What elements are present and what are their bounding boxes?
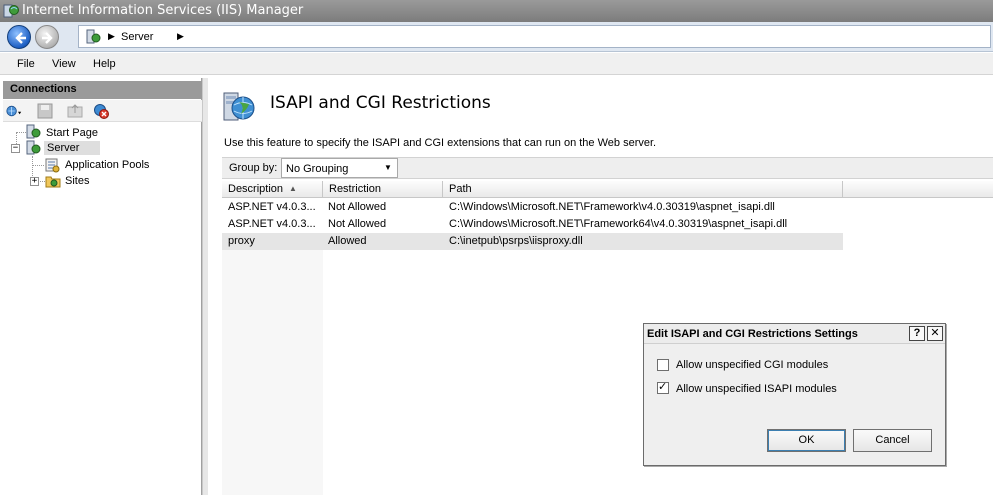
collapse-icon[interactable]: − [11,144,20,153]
tree-item-application-pools[interactable]: Application Pools [65,159,149,171]
list-empty-area [222,249,323,495]
checkmark-icon: ✓ [658,381,668,393]
expand-icon[interactable]: + [30,177,39,186]
feature-description: Use this feature to specify the ISAPI an… [224,137,657,149]
cell-description: ASP.NET v4.0.3... [228,201,316,213]
allow-cgi-label[interactable]: Allow unspecified CGI modules [676,359,828,371]
column-header-filler [843,181,993,198]
window-title-bar: Internet Information Services (IIS) Mana… [0,0,993,22]
address-bar[interactable]: ▶ Server ▶ [78,25,991,48]
navigation-bar: ▶ Server ▶ [0,22,993,52]
sites-icon [45,176,61,188]
breadcrumb-arrow-icon[interactable]: ▶ [108,31,115,42]
allow-isapi-label[interactable]: Allow unspecified ISAPI modules [676,383,837,395]
breadcrumb-arrow-icon[interactable]: ▶ [177,31,184,42]
table-row[interactable]: ASP.NET v4.0.3... Not Allowed C:\Windows… [222,216,843,233]
connections-toolbar [3,100,202,122]
edit-settings-dialog: Edit ISAPI and CGI Restrictions Settings… [643,323,946,466]
pane-splitter[interactable] [202,78,208,495]
isapi-cgi-feature-icon [223,92,255,121]
table-row[interactable]: ASP.NET v4.0.3... Not Allowed C:\Windows… [222,199,843,216]
application-pools-icon [45,158,60,173]
menu-file[interactable]: File [17,58,35,70]
connections-header: Connections [3,81,202,99]
server-icon [26,140,41,155]
column-header-path[interactable]: Path [443,181,843,198]
column-header-description[interactable]: Description ▲ [222,181,323,198]
allow-isapi-checkbox[interactable]: ✓ [657,381,669,394]
forward-arrow-icon [42,32,53,44]
delete-connection-icon[interactable] [93,103,109,119]
up-level-icon[interactable] [67,103,83,119]
forward-button[interactable] [35,25,59,49]
column-label: Description [228,183,284,195]
menu-bar: File View Help [0,53,993,75]
save-icon[interactable] [37,103,53,119]
cell-path: C:\Windows\Microsoft.NET\Framework64\v4.… [449,218,788,230]
dialog-title: Edit ISAPI and CGI Restrictions Settings [647,328,858,340]
cell-description: ASP.NET v4.0.3... [228,218,316,230]
cell-restriction: Not Allowed [328,218,387,230]
cancel-button[interactable]: Cancel [853,429,932,452]
menu-help[interactable]: Help [93,58,116,70]
dialog-title-bar: Edit ISAPI and CGI Restrictions Settings… [644,324,945,344]
column-header-restriction[interactable]: Restriction [323,181,443,198]
cell-path: C:\inetpub\psrps\iisproxy.dll [449,235,583,247]
menu-view[interactable]: View [52,58,76,70]
help-icon[interactable]: ? [909,326,925,341]
cell-restriction: Allowed [328,235,367,247]
sort-ascending-icon: ▲ [289,184,297,193]
group-by-value: No Grouping [286,163,349,175]
tree-connector [32,165,44,166]
iis-app-icon [3,4,19,18]
column-label: Path [449,183,472,195]
column-label: Restriction [329,183,381,195]
breadcrumb-server[interactable]: Server [121,31,153,43]
ok-button[interactable]: OK [767,429,846,452]
tree-item-sites[interactable]: Sites [65,175,89,187]
tree-item-start-page[interactable]: Start Page [46,127,98,139]
cell-path: C:\Windows\Microsoft.NET\Framework\v4.0.… [449,201,775,213]
back-button[interactable] [7,25,31,49]
close-icon[interactable]: ✕ [927,326,943,341]
connect-icon[interactable] [6,103,22,119]
allow-cgi-checkbox[interactable] [657,359,669,371]
server-icon [86,29,101,44]
cell-description: proxy [228,235,255,247]
group-by-label: Group by: [229,162,278,174]
page-title: ISAPI and CGI Restrictions [270,93,491,113]
tree-item-server[interactable]: Server [44,141,100,155]
chevron-down-icon[interactable]: ▼ [381,160,395,176]
group-by-select[interactable]: No Grouping ▼ [281,158,398,178]
table-row[interactable]: proxy Allowed C:\inetpub\psrps\iisproxy.… [222,233,843,250]
back-arrow-icon [15,32,26,44]
cell-restriction: Not Allowed [328,201,387,213]
window-title: Internet Information Services (IIS) Mana… [22,3,304,18]
start-page-icon [26,124,41,139]
